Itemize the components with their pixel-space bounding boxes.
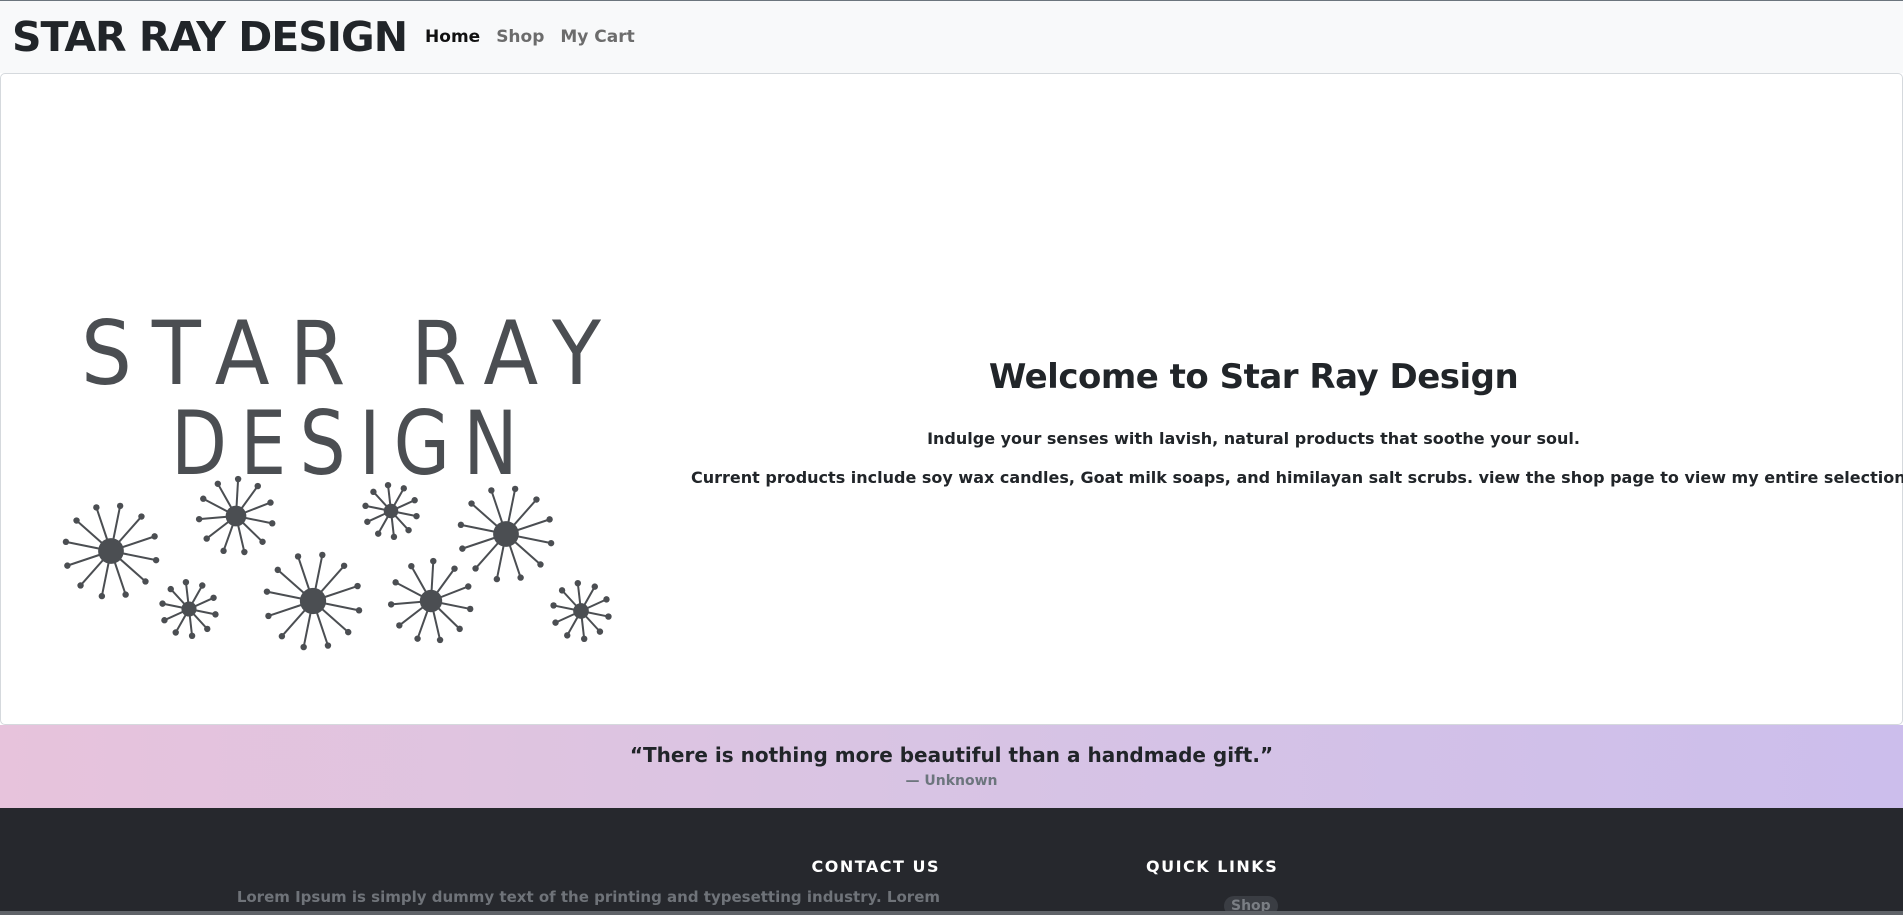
starburst-icon	[159, 578, 219, 640]
starburst-icon	[263, 551, 363, 651]
hero-paragraph-2: Current products include soy wax candles…	[691, 468, 1903, 487]
starburst-icon	[550, 579, 612, 643]
nav-link-shop[interactable]: Shop	[496, 27, 544, 47]
logo-text-line2: DESIGN	[171, 392, 531, 495]
logo-text-line1: STAR RAY	[81, 304, 621, 405]
hero-text: Welcome to Star Ray Design Indulge your …	[691, 357, 1903, 487]
contact-us-heading: CONTACT US	[811, 857, 940, 876]
navbar: STAR RAY DESIGN Home Shop My Cart	[0, 0, 1903, 73]
bottom-edge-bar	[0, 911, 1903, 915]
quick-links-heading: QUICK LINKS	[1146, 857, 1279, 876]
contact-us-text: Lorem Ipsum is simply dummy text of the …	[236, 888, 940, 906]
footer: CONTACT US Lorem Ipsum is simply dummy t…	[0, 808, 1903, 915]
nav-link-home[interactable]: Home	[425, 27, 480, 47]
starburst-icon	[62, 502, 160, 600]
quote-author: — Unknown	[905, 773, 998, 789]
star-ray-logo: STAR RAY DESIGN	[62, 304, 621, 651]
starburst-icon-group	[62, 475, 612, 651]
hero-title: Welcome to Star Ray Design	[988, 357, 1519, 397]
starburst-icon	[457, 485, 555, 583]
hero-paragraph-1: Indulge your senses with lavish, natural…	[927, 429, 1580, 448]
starburst-icon	[387, 557, 474, 644]
brand-logo-text[interactable]: STAR RAY DESIGN	[12, 13, 408, 61]
quote-section: “There is nothing more beautiful than a …	[0, 725, 1903, 808]
quote-text: “There is nothing more beautiful than a …	[629, 743, 1274, 767]
hero-section: STAR RAY DESIGN Welcome to Star Ray Desi…	[0, 73, 1903, 725]
nav-link-my-cart[interactable]: My Cart	[560, 27, 634, 47]
